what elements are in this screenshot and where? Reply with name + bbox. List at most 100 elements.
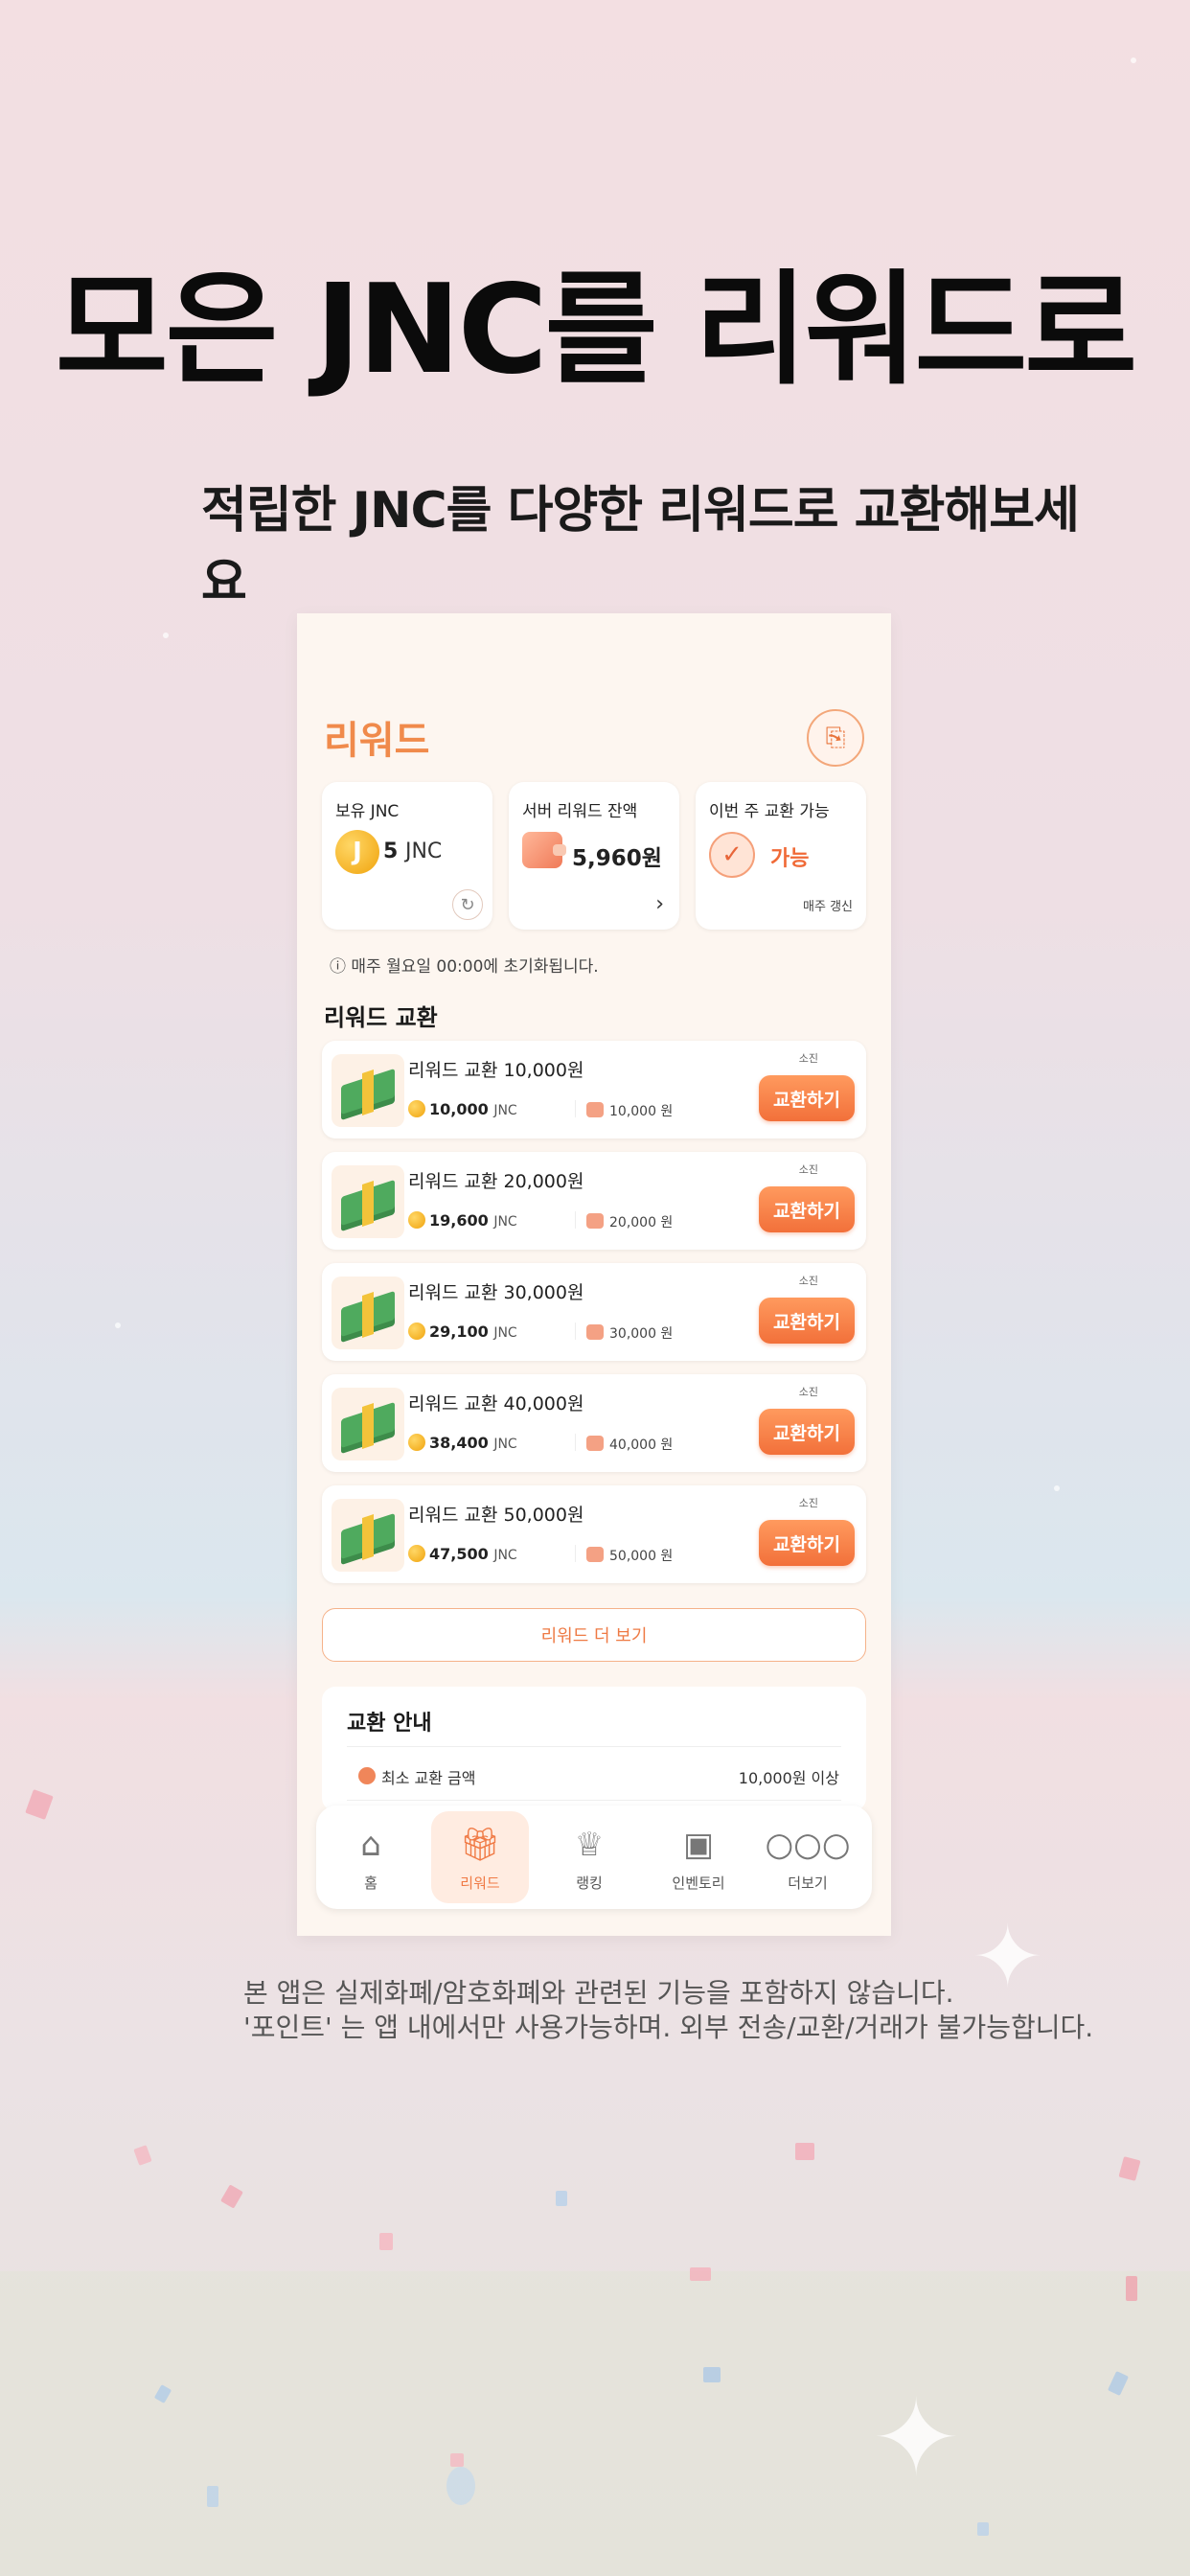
confetti (133, 2145, 152, 2166)
tab-more[interactable]: ○○○ 더보기 (759, 1811, 857, 1903)
divider (575, 1434, 576, 1451)
exchange-button[interactable]: 교환하기 (759, 1075, 855, 1121)
app-screen: 리워드 ⎘ 보유 JNC J 5 JNC ↻ 서버 리워드 잔액 5,960원 … (297, 613, 891, 1936)
weekly-exchange-label: 이번 주 교환 가능 (709, 802, 830, 821)
sold-out-badge: 소진 (798, 1497, 818, 1509)
money-icon (332, 1276, 404, 1349)
owned-jnc-unit: JNC (404, 840, 443, 863)
owned-jnc-label: 보유 JNC (335, 802, 400, 821)
jnc-coin-icon (408, 1100, 425, 1117)
jnc-coin-icon: J (335, 830, 379, 874)
more-rewards-button[interactable]: 리워드 더 보기 (322, 1608, 866, 1662)
wallet-icon (586, 1436, 604, 1451)
section-title: 리워드 교환 (324, 1004, 438, 1031)
owned-jnc-amount: 5 JNC (383, 840, 442, 863)
sparkle-dot (1054, 1485, 1060, 1491)
exchange-button[interactable]: 교환하기 (759, 1186, 855, 1232)
sold-out-badge: 소진 (798, 1386, 818, 1398)
weekly-exchange-card: 이번 주 교환 가능 ✓ 가능 매주 갱신 (696, 782, 866, 930)
tab-inventory[interactable]: ▣ 인벤토리 (650, 1811, 747, 1903)
reward-krw-value: 10,000 원 (609, 1104, 674, 1119)
tab-label: 인벤토리 (672, 1874, 725, 1892)
reward-price: 29,100 JNC (429, 1322, 517, 1341)
home-icon: ⌂ (360, 1825, 381, 1864)
confetti (556, 2191, 567, 2206)
confetti (379, 2233, 393, 2250)
receipt-icon: ⎘ (825, 723, 846, 752)
reward-item: 리워드 교환 20,000원 19,600 JNC 20,000 원 소진 교환… (322, 1152, 866, 1250)
divider (575, 1545, 576, 1562)
exchange-button[interactable]: 교환하기 (759, 1298, 855, 1344)
reward-list: 리워드 교환 10,000원 10,000 JNC 10,000 원 소진 교환… (322, 1041, 866, 1597)
tab-reward[interactable]: 🎁︎ 리워드 (431, 1811, 529, 1903)
divider (575, 1100, 576, 1117)
divider (347, 1746, 841, 1747)
money-icon (332, 1054, 404, 1127)
weekly-refresh-note: 매주 갱신 (803, 900, 853, 914)
sold-out-badge: 소진 (798, 1163, 818, 1176)
reward-price: 19,600 JNC (429, 1211, 517, 1230)
money-icon (332, 1499, 404, 1572)
wallet-icon (586, 1102, 604, 1117)
reset-notice: ⓘ 매주 월요일 00:00에 초기화됩니다. (330, 957, 599, 977)
sparkle-dot (1131, 58, 1136, 63)
hero-title: 모은 JNC를 리워드로 (55, 259, 1137, 402)
money-icon (332, 1388, 404, 1460)
guide-title: 교환 안내 (347, 1712, 432, 1736)
tab-label: 홈 (364, 1874, 378, 1892)
wallet-icon (586, 1213, 604, 1229)
refresh-icon[interactable]: ↻ (452, 889, 483, 920)
sparkle-dot (115, 1322, 121, 1328)
server-balance-card[interactable]: 서버 리워드 잔액 5,960원 › (509, 782, 679, 930)
server-balance-label: 서버 리워드 잔액 (522, 802, 638, 821)
tab-label: 랭킹 (576, 1874, 603, 1892)
confetti (1126, 2276, 1137, 2301)
tab-home[interactable]: ⌂ 홈 (322, 1811, 420, 1903)
exchange-button[interactable]: 교환하기 (759, 1409, 855, 1455)
hero-subtitle: 적립한 JNC를 다양한 리워드로 교환해보세요 (201, 482, 1080, 611)
disclaimer: 본 앱은 실제화폐/암호화폐와 관련된 기능을 포함하지 않습니다. '포인트'… (243, 1976, 1106, 2045)
confetti (977, 2522, 989, 2536)
gift-icon: 🎁︎ (459, 1825, 501, 1864)
reward-krw-value: 50,000 원 (609, 1549, 674, 1564)
jnc-coin-icon (408, 1545, 425, 1562)
reward-price: 10,000 JNC (429, 1100, 517, 1118)
exchange-button[interactable]: 교환하기 (759, 1520, 855, 1566)
jnc-coin-icon (408, 1434, 425, 1451)
owned-jnc-value: 5 (383, 840, 399, 863)
confetti (1118, 2156, 1141, 2181)
disclaimer-line-2: '포인트' 는 앱 내에서만 사용가능하며. 외부 전송/교환/거래가 불가능합… (243, 2012, 1094, 2043)
reward-name: 리워드 교환 20,000원 (408, 1171, 584, 1192)
confetti (25, 1789, 54, 1820)
weekly-exchange-status: 가능 (770, 847, 810, 871)
exchange-guide: 교환 안내 최소 교환 금액 10,000원 이상 (322, 1687, 866, 1811)
reward-name: 리워드 교환 40,000원 (408, 1393, 584, 1414)
sparkle-icon: ✦ (872, 2377, 961, 2499)
divider (575, 1211, 576, 1229)
confetti (690, 2267, 711, 2281)
confetti (703, 2367, 721, 2382)
sparkle-dot (163, 632, 169, 638)
wallet-icon (522, 832, 566, 868)
reward-item: 리워드 교환 40,000원 38,400 JNC 40,000 원 소진 교환… (322, 1374, 866, 1472)
jnc-coin-icon (408, 1211, 425, 1229)
coin-icon (358, 1767, 376, 1784)
trophy-icon: ♕ (574, 1825, 605, 1864)
wallet-icon (586, 1324, 604, 1340)
disclaimer-line-1: 본 앱은 실제화폐/암호화폐와 관련된 기능을 포함하지 않습니다. (243, 1977, 954, 2009)
tab-ranking[interactable]: ♕ 랭킹 (540, 1811, 638, 1903)
bottom-tab-bar: ⌂ 홈 🎁︎ 리워드 ♕ 랭킹 ▣ 인벤토리 ○○○ 더보기 (316, 1806, 872, 1909)
sold-out-badge: 소진 (798, 1052, 818, 1065)
wallet-icon (586, 1547, 604, 1562)
reward-item: 리워드 교환 50,000원 47,500 JNC 50,000 원 소진 교환… (322, 1485, 866, 1583)
history-button[interactable]: ⎘ (807, 709, 864, 767)
confetti (450, 2453, 464, 2467)
jnc-coin-icon (408, 1322, 425, 1340)
page-title: 리워드 (324, 719, 430, 763)
reward-krw-value: 20,000 원 (609, 1215, 674, 1230)
server-balance-value: 5,960원 (572, 846, 662, 871)
reward-name: 리워드 교환 30,000원 (408, 1282, 584, 1303)
sold-out-badge: 소진 (798, 1275, 818, 1287)
tab-label: 리워드 (460, 1874, 500, 1892)
owned-jnc-card: 보유 JNC J 5 JNC ↻ (322, 782, 492, 930)
